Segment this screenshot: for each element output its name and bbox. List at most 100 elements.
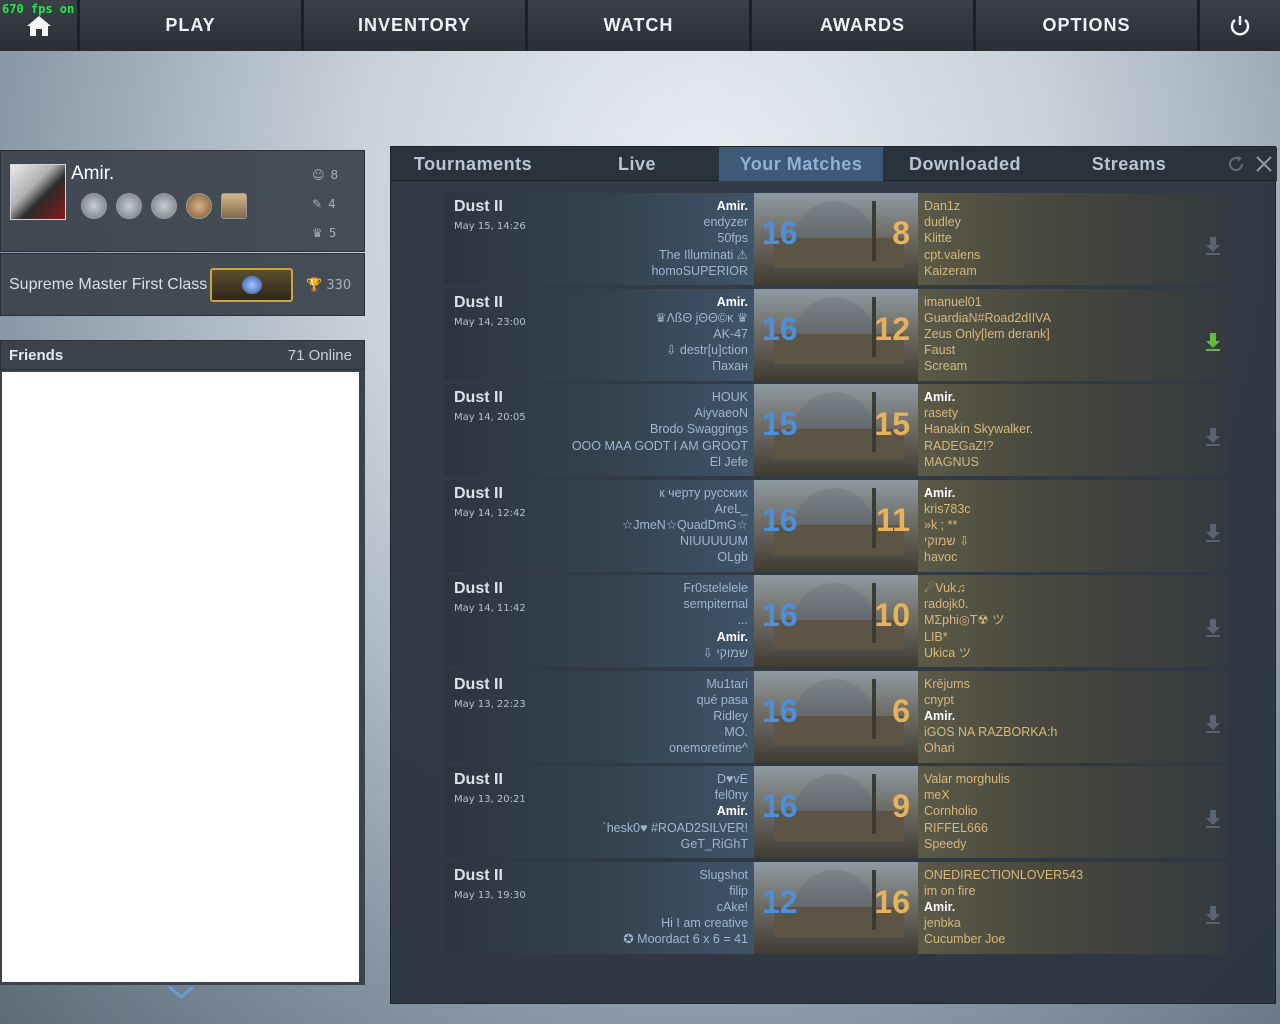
avatar[interactable] <box>10 164 66 220</box>
power-button[interactable] <box>1200 0 1280 51</box>
ct-score: 16 <box>762 597 798 633</box>
map-thumbnail: 16 6 <box>754 670 918 763</box>
player-name: sempiternal <box>683 597 748 612</box>
chevron-down-icon[interactable] <box>167 985 195 999</box>
medal-icon[interactable] <box>186 193 212 219</box>
player-name: Amir. <box>924 485 956 500</box>
player-name: El Jefe <box>709 454 748 469</box>
match-row[interactable]: Dust II May 14, 12:42 к черту русских Are… <box>444 479 1228 572</box>
player-name: Dan1z <box>924 199 961 213</box>
download-icon[interactable] <box>1206 810 1220 828</box>
ct-score: 16 <box>762 310 798 347</box>
tab-tournaments[interactable]: Tournaments <box>391 147 555 181</box>
profile-name: Amir. <box>71 163 115 184</box>
map-name: Dust II <box>454 389 503 406</box>
player-name: Hanakin Skywalker. <box>924 422 1034 437</box>
nav-inventory[interactable]: INVENTORY <box>304 0 528 51</box>
player-name: meX <box>924 788 950 803</box>
map-thumbnail: 16 8 <box>754 193 918 285</box>
player-name: Cucumber Joe <box>924 932 1006 947</box>
match-date: May 14, 11:42 <box>454 603 526 614</box>
download-icon[interactable] <box>1206 714 1220 733</box>
t-player-list: Krējums cnypt Amir. iGOS NA RAZBORKA:h Ohari <box>924 676 1057 757</box>
map-thumbnail: 16 11 <box>754 479 918 572</box>
ct-score: 16 <box>762 501 798 538</box>
match-row[interactable]: Dust II May 14, 11:42 Fr0stelelele sempit… <box>444 575 1228 667</box>
medal-icon[interactable] <box>116 193 142 219</box>
ct-player-list: Fr0stelelele sempiternal... Amir. ⇩ שמוקי <box>683 580 748 661</box>
ct-side: Dust II May 14, 23:00 Amir. ♛ΛßΘ jΘΘ©κ ♛ A… <box>444 288 754 381</box>
match-row[interactable]: Dust II May 13, 22:23 Mu1tari qué pasa Rid… <box>444 670 1228 763</box>
tab-downloaded[interactable]: Downloaded <box>883 147 1047 181</box>
nav-play[interactable]: PLAY <box>80 0 304 51</box>
match-row[interactable]: Dust II May 13, 19:30 Slugshot filip cAke!… <box>444 861 1228 954</box>
medal-icon[interactable] <box>81 193 107 219</box>
map-name: Dust II <box>454 198 503 215</box>
player-name: ♛ΛßΘ jΘΘ©κ ♛ <box>655 310 748 325</box>
teacher-icon: ✎ <box>312 197 323 211</box>
download-icon[interactable] <box>1206 428 1220 446</box>
download-icon[interactable] <box>1206 523 1220 542</box>
player-name: Faust <box>924 343 956 358</box>
top-nav: PLAY INVENTORY WATCH AWARDS OPTIONS <box>0 0 1280 51</box>
nav-options[interactable]: OPTIONS <box>976 0 1200 51</box>
t-score: 8 <box>892 215 910 251</box>
t-player-list: Dan1z dudley Klitte cpt.valens Kaizeram <box>924 198 980 279</box>
watch-panel: Tournaments Live Your Matches Downloaded… <box>390 146 1277 1004</box>
match-list: Dust II May 15, 14:26 Amir. endyzer 50fps T… <box>444 193 1228 957</box>
match-row[interactable]: Dust II May 14, 20:05 HOUK AiyvaeoN Brodo … <box>444 384 1228 476</box>
map-name: Dust II <box>454 866 503 884</box>
t-side: ONEDIRECTIONLOVER543 im on fire Amir. jenbk… <box>918 861 1228 954</box>
match-row[interactable]: Dust II May 15, 14:26 Amir. endyzer 50fps T… <box>444 193 1228 285</box>
player-name: Amir. <box>716 629 748 644</box>
home-icon <box>26 15 51 36</box>
nav-awards[interactable]: AWARDS <box>752 0 976 51</box>
ct-score: 16 <box>762 692 798 729</box>
match-date: May 14, 23:00 <box>454 316 526 328</box>
t-side: Dan1z dudley Klitte cpt.valens Kaizeram <box>918 193 1228 285</box>
crown-icon: ♛ <box>312 226 323 240</box>
tab-streams[interactable]: Streams <box>1047 147 1211 181</box>
player-name: im on fire <box>924 883 976 898</box>
t-player-list: imanuel01 GuardiaN#Road2dIIVA Zeus Only[le… <box>924 294 1051 375</box>
match-row[interactable]: Dust II May 14, 23:00 Amir. ♛ΛßΘ jΘΘ©κ ♛ A… <box>444 288 1228 381</box>
player-name: NIUUUUUM <box>679 534 748 549</box>
download-icon[interactable] <box>1206 619 1220 637</box>
download-icon[interactable] <box>1206 332 1220 351</box>
player-name: ✪ Moordact 6 x 6 = 41 <box>623 932 748 947</box>
ct-player-list: Slugshot filip cAke! Hi I am creative ✪ Moor… <box>623 867 748 948</box>
refresh-icon[interactable] <box>1227 155 1245 173</box>
nav-watch[interactable]: WATCH <box>528 0 752 51</box>
friends-online-count: 71 Online <box>287 347 352 364</box>
close-icon[interactable] <box>1255 155 1273 173</box>
player-name: שמוקי ⇩ <box>924 534 970 549</box>
friends-list-body <box>2 372 359 982</box>
friends-header[interactable]: Friends 71 Online <box>0 340 365 370</box>
t-side: Krējums cnypt Amir. iGOS NA RAZBORKA:h Ohari <box>918 670 1228 763</box>
player-name: Ridley <box>713 708 748 723</box>
player-name: `hesk0♥ #ROAD2SILVER! <box>602 820 748 835</box>
match-date: May 14, 20:05 <box>454 412 526 423</box>
player-name: MAGNUS <box>924 454 979 469</box>
t-player-list: ☄Vuk♫ radojk0. MΣphi◎T☢ ツ LIB* Ukica ツ <box>924 580 1005 661</box>
tab-your-matches[interactable]: Your Matches <box>719 147 883 181</box>
player-name: radojk0. <box>924 597 969 612</box>
player-name: Ohari <box>924 741 955 756</box>
player-name: Amir. <box>924 390 956 404</box>
player-name: cpt.valens <box>924 247 981 262</box>
t-side: Amir. rasety Hanakin Skywalker. RADEGaZ!? MA… <box>918 384 1228 476</box>
player-name: dudley <box>924 215 961 230</box>
download-icon[interactable] <box>1206 905 1220 924</box>
player-name: ☄Vuk♫ <box>924 581 966 595</box>
match-row[interactable]: Dust II May 13, 20:21 D♥vE fel0ny Amir. `he… <box>444 766 1228 858</box>
friends-list[interactable] <box>0 370 365 985</box>
player-name: Speedy <box>924 836 967 851</box>
tab-live[interactable]: Live <box>555 147 719 181</box>
medal-icon[interactable] <box>151 193 177 219</box>
t-score: 16 <box>874 883 910 920</box>
medal-icon[interactable] <box>221 193 247 219</box>
player-name: Amir. <box>924 708 956 723</box>
ct-score: 12 <box>762 883 798 920</box>
download-icon[interactable] <box>1206 237 1220 255</box>
t-side: Valar morghulis meX Cornholio RIFFEL666 Spee… <box>918 766 1228 858</box>
